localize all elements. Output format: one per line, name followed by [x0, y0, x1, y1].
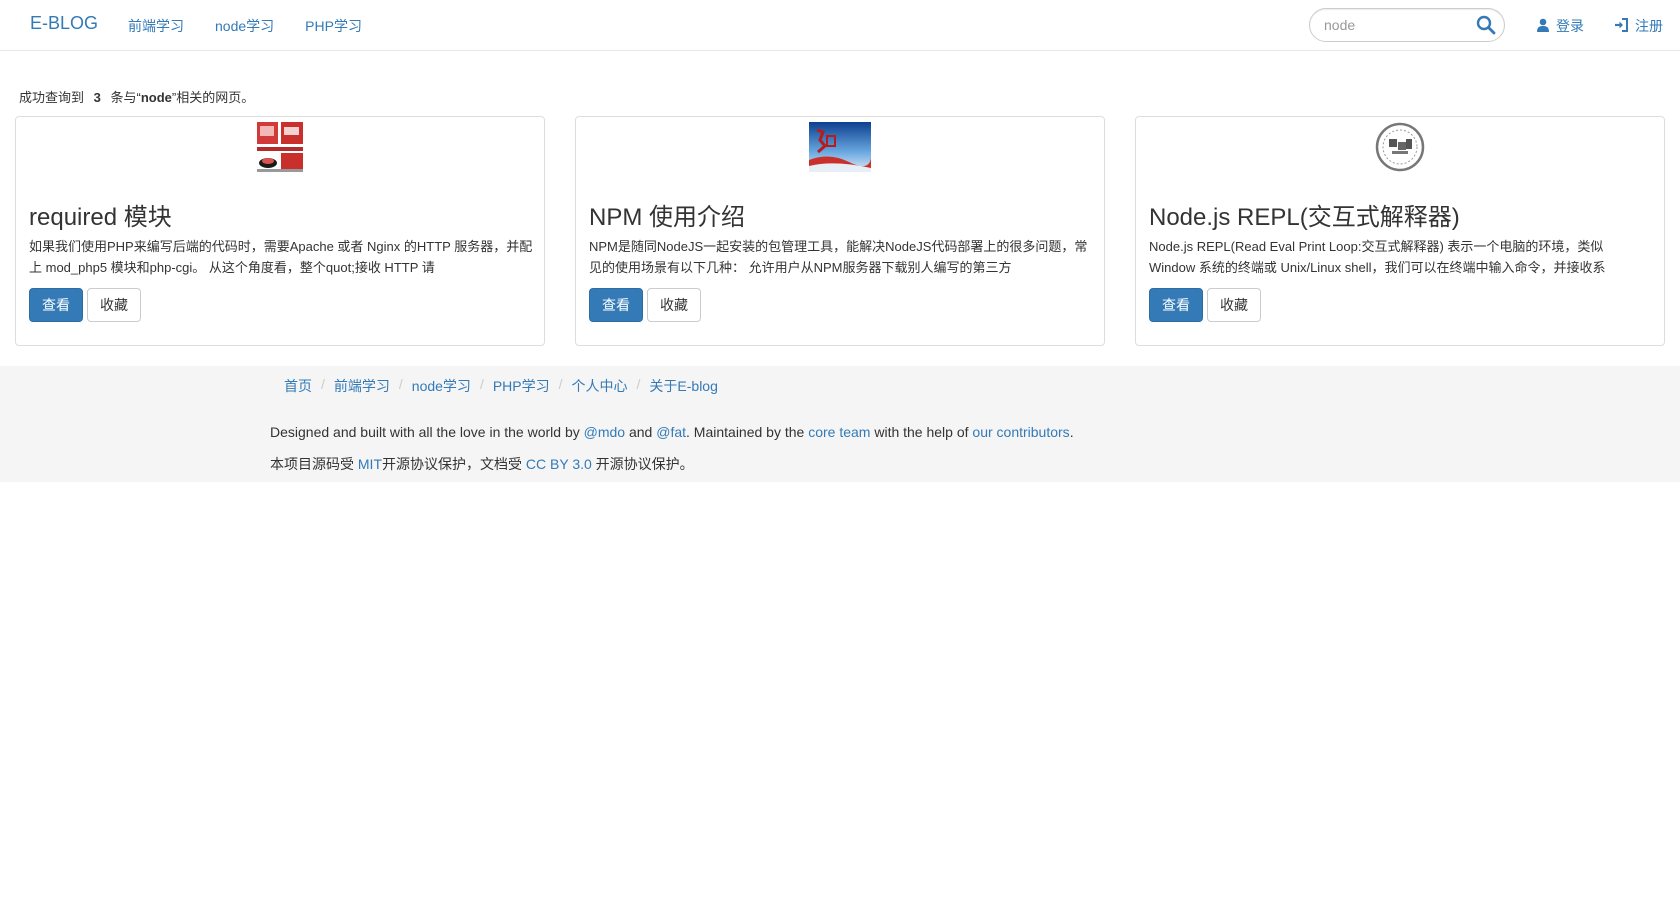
- breadcrumb-home[interactable]: 首页: [284, 376, 312, 396]
- breadcrumb-frontend[interactable]: 前端学习: [334, 376, 390, 396]
- credits-text: .: [1069, 424, 1074, 440]
- china-poster-thumbnail[interactable]: [809, 122, 871, 172]
- top-navbar: E-BLOG 前端学习 node学习 PHP学习 登录: [0, 0, 1680, 51]
- cc-by-link[interactable]: CC BY 3.0: [526, 456, 592, 472]
- book-cover-thumbnail[interactable]: [257, 122, 303, 172]
- login-label: 登录: [1556, 18, 1584, 34]
- result-card: required 模块 如果我们使用PHP来编写后端的代码时，需要Apache …: [15, 116, 545, 346]
- license-text: 本项目源码受: [270, 456, 358, 472]
- site-footer: 首页 / 前端学习 / node学习 / PHP学习 / 个人中心 / 关于E-…: [0, 366, 1680, 482]
- card-title[interactable]: Node.js REPL(交互式解释器): [1149, 197, 1460, 232]
- contributors-link[interactable]: our contributors: [972, 424, 1069, 440]
- register-link[interactable]: 注册: [1614, 16, 1663, 36]
- user-icon: [1536, 18, 1556, 35]
- result-middle: 条与“: [110, 90, 141, 105]
- breadcrumb-about[interactable]: 关于E-blog: [649, 376, 717, 396]
- search-icon[interactable]: [1476, 15, 1496, 35]
- credits-text: Designed and built with all the love in …: [270, 424, 584, 440]
- breadcrumb-separator: /: [321, 376, 325, 392]
- card-description: NPM是随同NodeJS一起安装的包管理工具，能解决NodeJS代码部署上的很多…: [589, 239, 1088, 275]
- result-keyword: node: [140, 90, 172, 105]
- mit-license-link[interactable]: MIT: [358, 456, 382, 472]
- search-box: [1309, 8, 1505, 42]
- nav-link-node[interactable]: node学习: [215, 16, 274, 36]
- footer-license: 本项目源码受 MIT开源协议保护，文档受 CC BY 3.0 开源协议保护。: [270, 454, 694, 474]
- footer-breadcrumb: 首页 / 前端学习 / node学习 / PHP学习 / 个人中心 / 关于E-…: [284, 376, 718, 396]
- view-button[interactable]: 查看: [1149, 288, 1203, 322]
- credits-text: and: [625, 424, 657, 440]
- result-count: 3: [93, 90, 101, 105]
- result-suffix: ”相关的网页。: [171, 90, 255, 105]
- favorite-button[interactable]: 收藏: [1207, 288, 1261, 322]
- nav-link-php[interactable]: PHP学习: [305, 16, 362, 36]
- breadcrumb-separator: /: [479, 376, 484, 392]
- card-title[interactable]: required 模块: [29, 197, 172, 232]
- breadcrumb-separator: /: [398, 376, 403, 392]
- main-nav: 前端学习 node学习 PHP学习: [128, 16, 393, 36]
- core-team-link[interactable]: core team: [808, 424, 870, 440]
- license-text: 开源协议保护。: [591, 456, 694, 472]
- license-text: 开源协议保护，文档受: [382, 456, 526, 472]
- breadcrumb-node[interactable]: node学习: [412, 376, 471, 396]
- log-in-icon: [1614, 17, 1635, 35]
- result-card: NPM 使用介绍 NPM是随同NodeJS一起安装的包管理工具，能解决NodeJ…: [575, 116, 1105, 346]
- card-description: 如果我们使用PHP来编写后端的代码时，需要Apache 或者 Nginx 的HT…: [29, 239, 533, 275]
- breadcrumb-php[interactable]: PHP学习: [493, 376, 550, 396]
- view-button[interactable]: 查看: [29, 288, 83, 322]
- result-card: Node.js REPL(交互式解释器) Node.js REPL(Read E…: [1135, 116, 1665, 346]
- search-input[interactable]: [1322, 9, 1472, 41]
- favorite-button[interactable]: 收藏: [87, 288, 141, 322]
- nav-link-frontend[interactable]: 前端学习: [128, 16, 184, 36]
- result-prefix: 成功查询到: [19, 90, 85, 105]
- credits-text: with the help of: [870, 424, 973, 440]
- stamp-seal-thumbnail[interactable]: [1375, 122, 1425, 172]
- search-result-summary: 成功查询到 3 条与“node”相关的网页。: [19, 87, 254, 106]
- breadcrumb-personal-center[interactable]: 个人中心: [572, 376, 628, 396]
- credits-text: . Maintained by the: [686, 424, 809, 440]
- mdo-link[interactable]: @mdo: [584, 424, 625, 440]
- card-description: Node.js REPL(Read Eval Print Loop:交互式解释器…: [1149, 239, 1606, 275]
- favorite-button[interactable]: 收藏: [647, 288, 701, 322]
- register-label: 注册: [1635, 18, 1663, 34]
- view-button[interactable]: 查看: [589, 288, 643, 322]
- brand-logo-link[interactable]: E-BLOG: [30, 13, 98, 34]
- login-link[interactable]: 登录: [1536, 16, 1584, 36]
- breadcrumb-separator: /: [636, 376, 641, 392]
- fat-link[interactable]: @fat: [656, 424, 686, 440]
- footer-credits: Designed and built with all the love in …: [270, 424, 1074, 440]
- breadcrumb-separator: /: [558, 376, 563, 392]
- card-title[interactable]: NPM 使用介绍: [589, 197, 745, 232]
